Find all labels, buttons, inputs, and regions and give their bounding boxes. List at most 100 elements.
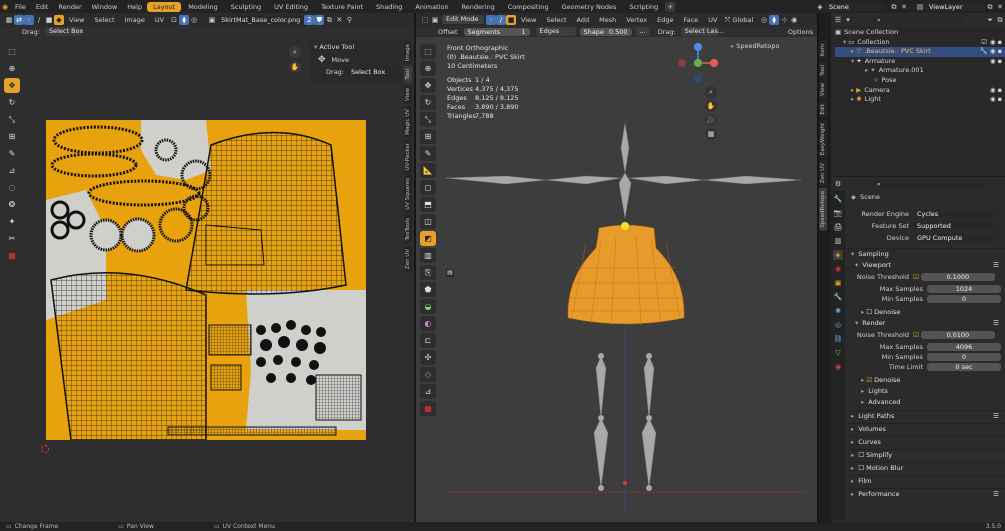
outliner-search-input[interactable]: ⌕ — [873, 15, 963, 24]
uv-pan-icon[interactable]: ✋ — [289, 61, 301, 73]
edge-mode-icon[interactable]: / — [496, 14, 506, 25]
uv-menu-image[interactable]: Image — [120, 16, 150, 24]
vp-spin-tool[interactable]: ◒ — [420, 299, 436, 314]
skirt-cam-icon[interactable]: ▪ — [998, 47, 1002, 57]
vp-inset-tool[interactable]: ◫ — [420, 214, 436, 229]
vp-loopcut-tool[interactable]: ▥ — [420, 248, 436, 263]
collection-eye-icon[interactable]: ◉ — [990, 38, 996, 48]
model-view[interactable] — [446, 118, 806, 513]
tab-zen-uv[interactable]: Zen UV — [404, 245, 412, 272]
world-props-icon[interactable]: ◉ — [833, 264, 843, 274]
sampling-panel[interactable]: ▾ Sampling — [847, 248, 1005, 259]
segments-field[interactable]: Segments 1 — [463, 27, 530, 36]
outliner-row-pose[interactable]: ✧ Pose — [835, 76, 1005, 86]
vp-noise-field[interactable]: 0.1000 — [920, 273, 995, 281]
r-noise-check-icon[interactable]: ☑ — [913, 331, 919, 339]
menu-edit[interactable]: Edit — [31, 3, 54, 11]
vp-menu-uv[interactable]: UV — [703, 16, 722, 24]
vp-bevel-tool[interactable]: ◩ — [420, 231, 436, 246]
motion-blur-panel[interactable]: ▸ ☐ Motion Blur — [847, 462, 1005, 473]
grab-tool[interactable]: ◌ — [4, 180, 20, 195]
vp-shrink-tool[interactable]: ✣ — [420, 350, 436, 365]
annotate-tool[interactable]: ✎ — [4, 146, 20, 161]
texel-tool[interactable]: ✂ — [4, 231, 20, 246]
vp-menu-view[interactable]: View — [516, 16, 541, 24]
panel-drag-select[interactable]: Select Box — [347, 68, 397, 76]
lights-subpanel[interactable]: ▸ Lights — [847, 385, 1005, 396]
tab-geometry-nodes[interactable]: Geometry Nodes — [556, 2, 623, 12]
tab-texture-paint[interactable]: Texture Paint — [315, 2, 369, 12]
vp-rip-tool[interactable]: ⊿ — [420, 384, 436, 399]
image-name[interactable]: SkirtMat_Base_color.png — [217, 15, 305, 24]
vp-polybuild-tool[interactable]: ⬟ — [420, 282, 436, 297]
editor-type-icon[interactable]: ▦ — [4, 15, 14, 25]
tab-rendering[interactable]: Rendering — [456, 2, 501, 12]
properties-search-input[interactable]: ⌕ — [873, 179, 983, 188]
new-collection-icon[interactable]: ⧉ — [995, 15, 1005, 25]
vp-min-samples-field[interactable]: 0 — [927, 295, 1001, 303]
pivot-icon[interactable]: ⊡ — [169, 15, 179, 25]
vp-menu-select[interactable]: Select — [541, 16, 571, 24]
tab-edit[interactable]: Edit — [819, 101, 827, 118]
navigation-gizmo[interactable] — [678, 41, 726, 89]
feature-set-select[interactable]: Supported — [913, 222, 999, 230]
performance-panel[interactable]: ▸ Performance ☰ — [847, 488, 1005, 499]
vp-select-tool[interactable]: ⬚ — [420, 44, 436, 59]
simplify-panel[interactable]: ▸ ☐ Simplify — [847, 449, 1005, 460]
image-users-icon[interactable]: 2 — [304, 14, 315, 25]
vp-menu-face[interactable]: Face — [678, 16, 703, 24]
advanced-subpanel[interactable]: ▸ Advanced — [847, 396, 1005, 407]
tab-vp-view[interactable]: View — [819, 80, 827, 100]
uv-sync-icon[interactable]: ⇄ — [14, 14, 24, 25]
uv-menu-uv[interactable]: UV — [150, 16, 169, 24]
render-subpanel[interactable]: ▾ Render ☰ — [847, 317, 1005, 328]
skirt-eye-icon[interactable]: ◉ — [990, 47, 996, 57]
armature-eye-icon[interactable]: ◉ — [990, 57, 996, 67]
vp-checker-tool[interactable]: ▦ — [420, 401, 436, 416]
object-props-icon[interactable]: ▣ — [833, 278, 843, 288]
snap-icon[interactable]: ⧫ — [179, 14, 190, 25]
scale-tool[interactable]: ⤡ — [4, 112, 20, 127]
time-limit-field[interactable]: 0 sec — [927, 363, 1001, 371]
vp-rotate-tool[interactable]: ↻ — [420, 95, 436, 110]
delete-scene-icon[interactable]: ✕ — [899, 2, 909, 12]
simplify-check-icon[interactable]: ☐ — [858, 451, 864, 459]
vertex-mode-icon[interactable]: · — [486, 14, 496, 25]
mode-selector[interactable]: Edit Mode — [442, 15, 484, 24]
filter-icon[interactable]: ⏷ — [985, 15, 995, 25]
outliner-row-skirt[interactable]: ▸ ▽ .Beautsie.: PVC Skirt 🔧 ◉ ▪ — [835, 47, 1005, 57]
vp-menu-mesh[interactable]: Mesh — [594, 16, 621, 24]
rotate-tool[interactable]: ↻ — [4, 95, 20, 110]
particles-props-icon[interactable]: ✺ — [833, 306, 843, 316]
outliner-row-camera[interactable]: ▸ ▶ Camera ◉ ▪ — [835, 86, 1005, 96]
vp-max-samples-field[interactable]: 1024 — [927, 285, 1001, 293]
options-button[interactable]: Options — [788, 28, 813, 36]
move-tool[interactable]: ✥ — [4, 78, 20, 93]
tab-animation[interactable]: Animation — [409, 2, 454, 12]
tab-uv-squares[interactable]: UV Squares — [404, 175, 412, 214]
more-options-button[interactable]: ... — [635, 27, 650, 36]
outliner-row-collection[interactable]: ▾ ▭ Collection ☑ ◉ ▪ — [835, 38, 1005, 48]
camera-cam-icon[interactable]: ▪ — [998, 86, 1002, 96]
vp-noise-check-icon[interactable]: ☑ — [913, 273, 919, 281]
curves-panel[interactable]: ▸ Curves — [847, 436, 1005, 447]
vp-measure-tool[interactable]: 📐 — [420, 163, 436, 178]
relax-tool[interactable]: ❂ — [4, 197, 20, 212]
orientation-selector[interactable]: Global — [732, 16, 753, 24]
tab-layout[interactable]: Layout — [147, 1, 182, 12]
volumes-panel[interactable]: ▸ Volumes — [847, 423, 1005, 434]
cursor-tool[interactable]: ⊕ — [4, 61, 20, 76]
r-min-samples-field[interactable]: 0 — [927, 353, 1001, 361]
tab-uv-packer[interactable]: UV-Packer — [404, 139, 412, 174]
proportional-icon[interactable]: ◎ — [189, 15, 199, 25]
tab-vp-zen-uv[interactable]: Zen UV — [819, 160, 827, 187]
vp-drag-select[interactable]: Select Las... — [680, 27, 724, 36]
armature-cam-icon[interactable]: ▪ — [998, 57, 1002, 67]
light-eye-icon[interactable]: ◉ — [990, 95, 996, 105]
uv-menu-view[interactable]: View — [64, 16, 89, 24]
new-viewlayer-icon[interactable]: ⧉ — [985, 2, 995, 12]
outliner-row-armature[interactable]: ▾ ✦ Armature ◉ ▪ — [835, 57, 1005, 67]
delete-viewlayer-icon[interactable]: ✕ — [995, 2, 1005, 12]
shape-field[interactable]: Shape 0.500 — [579, 27, 632, 36]
select-box-tool[interactable]: ⬚ — [4, 44, 20, 59]
